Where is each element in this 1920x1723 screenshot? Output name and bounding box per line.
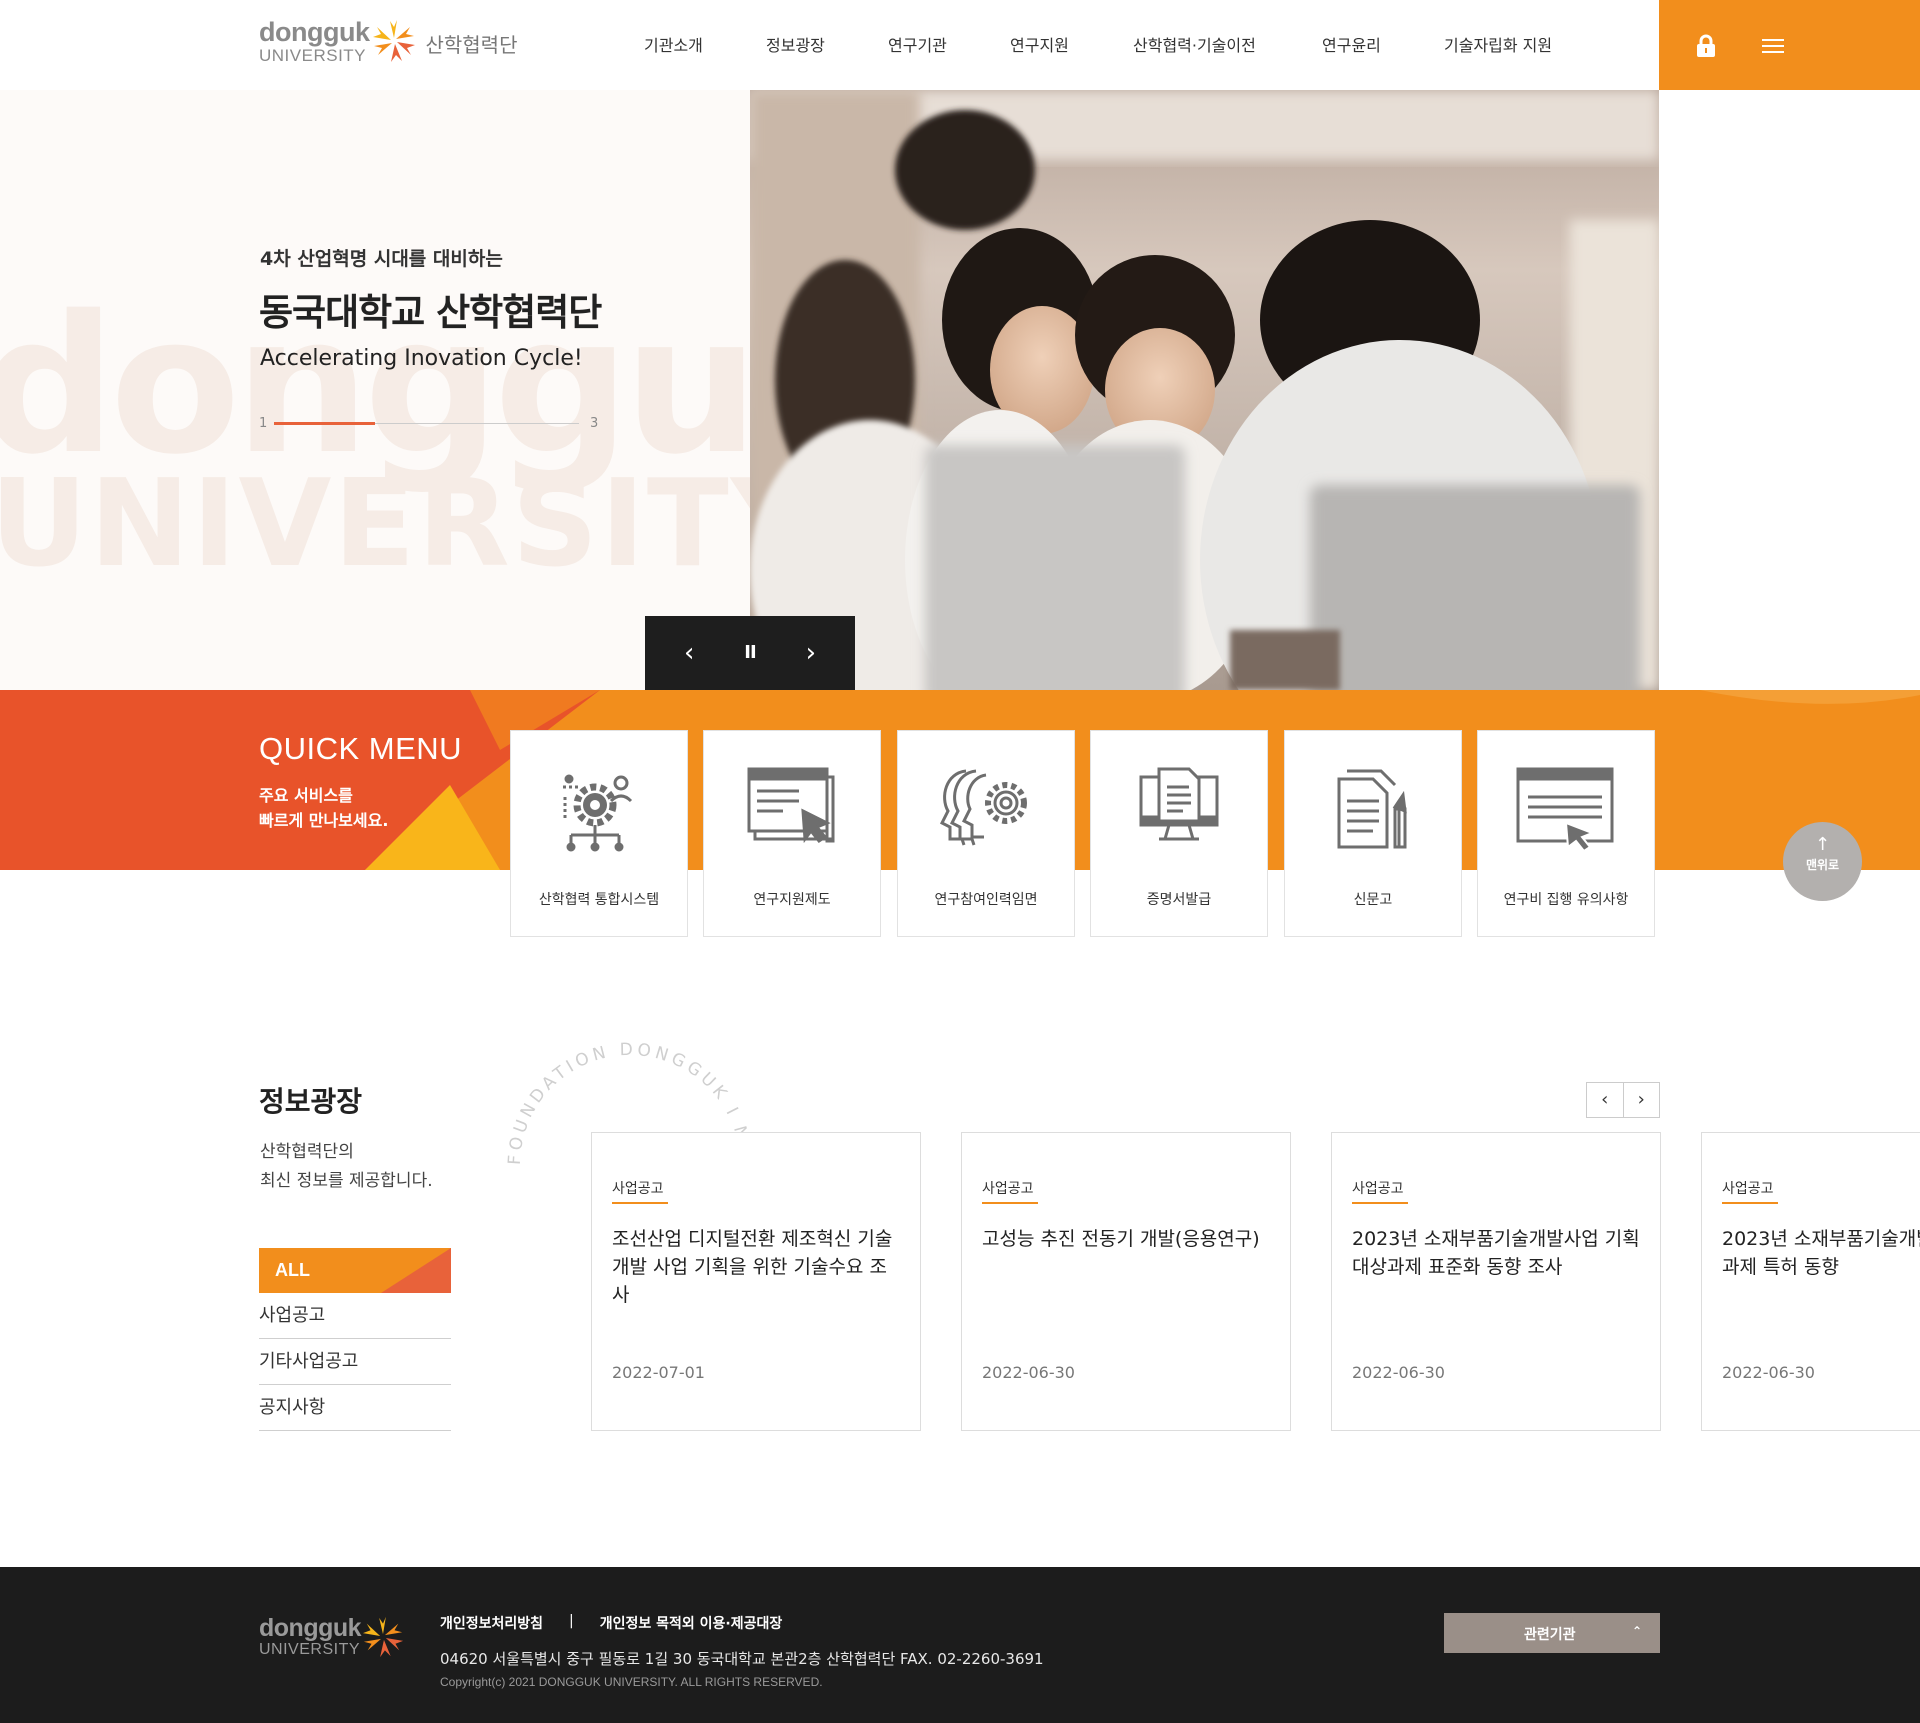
monitor-document-icon bbox=[1139, 767, 1219, 841]
hero-subtitle: 4차 산업혁명 시대를 대비하는 bbox=[260, 248, 503, 270]
post-card[interactable]: 사업공고 2023년 소재부품기술개발사업 기획대상과제 표준화 동향 조사 2… bbox=[1331, 1132, 1661, 1431]
org-name: 산학협력단 bbox=[425, 32, 518, 57]
footer-copyright: Copyright(c) 2021 DONGGUK UNIVERSITY. AL… bbox=[440, 1675, 823, 1689]
info-plaza-description: 산학협력단의 최신 정보를 제공합니다. bbox=[260, 1142, 433, 1191]
quick-card-label: 증명서발급 bbox=[1146, 892, 1212, 908]
post-title: 조선산업 디지털전환 제조혁신 기술개발 사업 기획을 위한 기술수요 조사 bbox=[612, 1228, 893, 1306]
category-business-notice[interactable]: 사업공고 bbox=[259, 1293, 451, 1339]
footer-links: 개인정보처리방침 | 개인정보 목적외 이용·제공대장 bbox=[440, 1613, 782, 1633]
head-gear-icon bbox=[939, 769, 1027, 846]
quick-card-petition[interactable]: 신문고 bbox=[1284, 730, 1462, 937]
category-other-business-notice[interactable]: 기타사업공고 bbox=[259, 1339, 451, 1385]
post-card[interactable]: 사업공고 2023년 소재부품기술개발사업 기획대상과제 특허 동향 2022-… bbox=[1701, 1132, 1920, 1431]
slide-next-button[interactable]: › bbox=[806, 640, 816, 666]
document-cursor-icon bbox=[747, 767, 835, 844]
post-tag: 사업공고 bbox=[982, 1181, 1034, 1197]
quick-card-research-support[interactable]: 연구지원제도 bbox=[703, 730, 881, 937]
posts-next-button[interactable]: › bbox=[1624, 1083, 1660, 1117]
post-title: 고성능 추진 전동기 개발(응용연구) bbox=[982, 1228, 1260, 1250]
header-utility-box bbox=[1659, 0, 1920, 90]
slide-pause-button[interactable]: II bbox=[744, 644, 756, 662]
posts-prev-button[interactable]: ‹ bbox=[1587, 1083, 1624, 1117]
post-tag-underline bbox=[1722, 1202, 1778, 1204]
logo-wordmark: dongguk bbox=[259, 16, 370, 47]
footer-logo-wordmark: dongguk bbox=[259, 1614, 362, 1642]
hero-right-spacer bbox=[1659, 90, 1920, 690]
quick-card-research-personnel[interactable]: 연구참여인력임면 bbox=[897, 730, 1075, 937]
post-tag: 사업공고 bbox=[612, 1181, 664, 1197]
quick-card-label: 연구지원제도 bbox=[753, 892, 831, 908]
site-footer: dongguk UNIVERSITY 개인정보처리방침 | 개인정보 목적외 이… bbox=[0, 1567, 1920, 1723]
post-tag-underline bbox=[612, 1202, 668, 1204]
hamburger-menu-icon[interactable] bbox=[1762, 38, 1784, 54]
footer-logo: dongguk UNIVERSITY bbox=[259, 1615, 405, 1659]
nav-item-info-plaza[interactable]: 정보광장 bbox=[766, 32, 825, 56]
quick-card-certificate[interactable]: 증명서발급 bbox=[1090, 730, 1268, 937]
quick-card-label: 연구참여인력임면 bbox=[934, 892, 1038, 908]
post-title: 2023년 소재부품기술개발사업 기획대상과제 표준화 동향 조사 bbox=[1352, 1228, 1640, 1278]
slide-prev-button[interactable]: ‹ bbox=[684, 640, 694, 666]
slide-total-number: 3 bbox=[590, 416, 599, 431]
post-date: 2022-06-30 bbox=[1722, 1363, 1815, 1382]
info-plaza-title: 정보광장 bbox=[259, 1085, 363, 1118]
nav-item-research-support[interactable]: 연구지원 bbox=[1010, 32, 1069, 56]
students-photo-illustration bbox=[750, 90, 1659, 690]
nav-item-about[interactable]: 기관소개 bbox=[644, 32, 703, 56]
lotus-logo-icon bbox=[362, 1616, 404, 1658]
arrow-up-icon: ↑ bbox=[1814, 834, 1831, 855]
privacy-policy-link[interactable]: 개인정보처리방침 bbox=[440, 1613, 543, 1633]
category-announcements[interactable]: 공지사항 bbox=[259, 1385, 451, 1431]
post-date: 2022-06-30 bbox=[982, 1363, 1075, 1382]
quick-card-expense-notice[interactable]: 연구비 집행 유의사항 bbox=[1477, 730, 1655, 937]
quick-card-label: 연구비 집행 유의사항 bbox=[1503, 892, 1629, 908]
quick-menu-title: QUICK MENU bbox=[259, 731, 463, 766]
quick-card-label: 신문고 bbox=[1353, 892, 1393, 908]
related-institutions-dropdown[interactable]: 관련기관 ⌃ bbox=[1444, 1613, 1660, 1653]
lock-icon[interactable] bbox=[1696, 34, 1716, 58]
post-title: 2023년 소재부품기술개발사업 기획대상과제 특허 동향 bbox=[1722, 1228, 1920, 1278]
quick-menu-description: 주요 서비스를 빠르게 만나보세요. bbox=[259, 786, 389, 830]
hero-title: 동국대학교 산학협력단 bbox=[259, 291, 602, 334]
hero-text-panel: dongguk UNIVERSITY bbox=[0, 90, 750, 690]
lotus-logo-icon bbox=[373, 20, 416, 62]
post-tag-underline bbox=[1352, 1202, 1408, 1204]
post-date: 2022-06-30 bbox=[1352, 1363, 1445, 1382]
post-card[interactable]: 사업공고 고성능 추진 전동기 개발(응용연구) 2022-06-30 bbox=[961, 1132, 1291, 1431]
post-date: 2022-07-01 bbox=[612, 1363, 705, 1382]
document-pencil-icon bbox=[1337, 769, 1407, 849]
category-list: ALL 사업공고 기타사업공고 공지사항 bbox=[259, 1248, 451, 1431]
back-to-top-button[interactable]: ↑ 맨위로 bbox=[1783, 822, 1862, 901]
slider-controls: ‹ II › bbox=[645, 616, 855, 690]
nav-item-research-institutes[interactable]: 연구기관 bbox=[888, 32, 947, 56]
post-tag: 사업공고 bbox=[1722, 1181, 1774, 1197]
hero-slogan: Accelerating Inovation Cycle! bbox=[260, 346, 583, 371]
gear-network-icon bbox=[563, 774, 633, 852]
privacy-usage-ledger-link[interactable]: 개인정보 목적외 이용·제공대장 bbox=[600, 1613, 783, 1633]
nav-item-industry-cooperation[interactable]: 산학협력·기술이전 bbox=[1133, 32, 1256, 56]
category-all[interactable]: ALL bbox=[259, 1248, 451, 1293]
nav-item-tech-independence[interactable]: 기술자립화 지원 bbox=[1444, 32, 1552, 56]
footer-link-separator: | bbox=[569, 1613, 574, 1629]
quick-card-label: 산학협력 통합시스템 bbox=[538, 892, 660, 908]
post-tag-underline bbox=[982, 1202, 1038, 1204]
site-logo[interactable]: dongguk UNIVERSITY 산학협력단 bbox=[259, 18, 517, 64]
footer-logo-subtext: UNIVERSITY bbox=[259, 1641, 361, 1658]
related-institutions-label: 관련기관 bbox=[1524, 1627, 1576, 1643]
post-card[interactable]: 사업공고 조선산업 디지털전환 제조혁신 기술개발 사업 기획을 위한 기술수요… bbox=[591, 1132, 921, 1431]
posts-pager: ‹ › bbox=[1586, 1082, 1660, 1118]
nav-item-research-ethics[interactable]: 연구윤리 bbox=[1322, 32, 1381, 56]
logo-subtext: UNIVERSITY bbox=[259, 45, 367, 65]
footer-address: 04620 서울특별시 중구 필동로 1길 30 동국대학교 본관2층 산학협력… bbox=[440, 1650, 1044, 1668]
chevron-up-icon: ⌃ bbox=[1631, 1624, 1642, 1638]
site-header: dongguk UNIVERSITY 산학협력단 기관소개 정보광장 연구기관 … bbox=[0, 0, 1920, 90]
hero-photo bbox=[750, 90, 1659, 690]
quick-card-integrated-system[interactable]: 산학협력 통합시스템 bbox=[510, 730, 688, 937]
slide-progress-fill bbox=[274, 422, 375, 425]
slide-current-number: 1 bbox=[259, 416, 268, 431]
hero-watermark: dongguk UNIVERSITY bbox=[0, 275, 750, 594]
browser-cursor-icon bbox=[1516, 767, 1614, 851]
post-tag: 사업공고 bbox=[1352, 1181, 1404, 1197]
back-to-top-label: 맨위로 bbox=[1805, 858, 1840, 872]
